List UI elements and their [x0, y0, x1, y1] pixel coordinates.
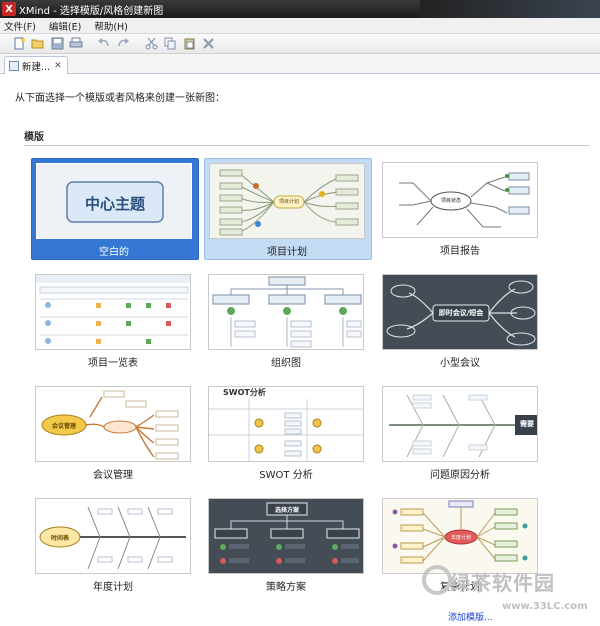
template-label: 问题原因分析: [430, 470, 490, 481]
template-project-report[interactable]: 项目状态 项目报告: [378, 158, 546, 260]
section-divider: [24, 145, 590, 146]
copy-icon[interactable]: [163, 37, 177, 51]
template-thumbnail: 时间表: [35, 498, 191, 574]
center-topic-label: 年度计划: [450, 535, 471, 541]
close-icon[interactable]: ✕: [54, 61, 62, 71]
template-strategy-plan[interactable]: 选择方案 策略方案: [204, 494, 372, 596]
watermark-url: www.33LC.com: [502, 601, 588, 612]
menu-bar: 文件(F) 编辑(E) 帮助(H): [0, 18, 600, 34]
template-project-plan[interactable]: 项目计划 项目计划: [204, 158, 372, 260]
watermark: 绿茶软件园 www.33LC.com: [420, 565, 600, 626]
template-project-overview[interactable]: 项目一览表: [31, 270, 199, 372]
template-thumbnail: 年度计划: [382, 498, 538, 574]
save-icon[interactable]: [50, 37, 64, 51]
xmind-app-icon[interactable]: X: [2, 2, 16, 16]
template-thumbnail: 会议管理: [35, 386, 191, 462]
template-label: 项目报告: [440, 246, 480, 257]
template-label: 项目计划: [267, 247, 307, 258]
template-label: 会议管理: [93, 470, 133, 481]
center-topic-label: SWOT分析: [223, 388, 266, 397]
cut-icon[interactable]: [144, 37, 158, 51]
template-swot-analysis[interactable]: SWOT分析 SWOT 分析: [204, 382, 372, 484]
template-label: 年度计划: [93, 582, 133, 593]
template-label: 项目一览表: [88, 358, 138, 369]
section-title: 模版: [24, 132, 44, 143]
window-title: XMind - 选择模版/风格创建新图: [19, 5, 164, 17]
tab-new[interactable]: 新建... ✕: [4, 56, 68, 74]
center-topic-label: 项目状态: [440, 198, 461, 204]
title-bar: X XMind - 选择模版/风格创建新图: [0, 0, 600, 18]
print-icon[interactable]: [69, 37, 83, 51]
template-blank[interactable]: 中心主题 空白的: [31, 158, 199, 260]
new-file-icon[interactable]: [12, 37, 26, 51]
template-thumbnail: 需要: [382, 386, 538, 462]
template-meeting-management[interactable]: 会议管理 会议管理: [31, 382, 199, 484]
template-thumbnail: SWOT分析: [208, 386, 364, 462]
watermark-text: 绿茶软件园: [450, 571, 555, 595]
template-thumbnail: [208, 274, 364, 350]
paste-icon[interactable]: [182, 37, 196, 51]
template-annual-plan[interactable]: 时间表 年度计划: [31, 494, 199, 596]
template-cause-analysis[interactable]: 需要 问题原因分析: [378, 382, 546, 484]
center-topic-label: 需要: [520, 420, 534, 428]
title-bar-background: [420, 0, 600, 18]
center-topic-label: 中心主题: [84, 195, 145, 213]
tab-label: 新建...: [22, 61, 51, 73]
document-icon: [9, 60, 19, 71]
template-thumbnail: 项目计划: [209, 163, 365, 239]
toolbar: [0, 34, 600, 54]
menu-help[interactable]: 帮助(H): [94, 19, 128, 33]
template-small-meeting[interactable]: 即时会议/短会 小型会议: [378, 270, 546, 372]
redo-icon[interactable]: [116, 37, 130, 51]
center-topic-label: 项目计划: [278, 199, 299, 205]
template-label: 组织图: [271, 358, 301, 369]
delete-icon[interactable]: [201, 37, 215, 51]
center-topic-label: 即时会议/短会: [438, 309, 484, 317]
open-folder-icon[interactable]: [31, 37, 45, 51]
template-thumbnail: 选择方案: [208, 498, 364, 574]
center-topic-label: 选择方案: [274, 507, 299, 514]
menu-edit[interactable]: 编辑(E): [49, 19, 81, 33]
template-thumbnail: 即时会议/短会: [382, 274, 538, 350]
watermark-logo-icon: [422, 565, 452, 595]
undo-icon[interactable]: [97, 37, 111, 51]
new-map-panel: 从下面选择一个模版或者风格来创建一张新图： 模版 中心主题 空白的 项目计划 项…: [0, 75, 600, 626]
template-thumbnail: 项目状态: [382, 162, 538, 238]
instruction-text: 从下面选择一个模版或者风格来创建一张新图：: [15, 93, 225, 104]
template-thumbnail: [35, 274, 191, 350]
center-topic-label: 会议管理: [51, 423, 76, 430]
template-org-chart[interactable]: 组织图: [204, 270, 372, 372]
editor-tab-row: 新建... ✕: [0, 54, 600, 74]
menu-file[interactable]: 文件(F): [4, 19, 36, 33]
template-label: SWOT 分析: [259, 470, 313, 481]
template-thumbnail: 中心主题: [36, 163, 192, 239]
template-label: 空白的: [99, 247, 129, 258]
template-label: 策略方案: [266, 582, 306, 593]
center-topic-label: 时间表: [50, 535, 69, 542]
template-label: 小型会议: [440, 358, 480, 369]
